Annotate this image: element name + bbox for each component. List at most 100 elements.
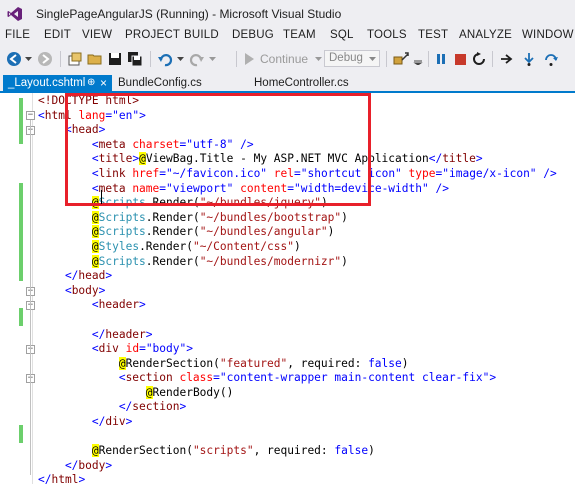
code-token: < bbox=[38, 181, 99, 195]
continue-dropdown[interactable] bbox=[314, 51, 322, 67]
attach-process-button[interactable] bbox=[392, 51, 410, 67]
code-token: </ bbox=[428, 152, 443, 166]
code-line[interactable]: </html> bbox=[38, 473, 557, 488]
code-line[interactable]: <section class="content-wrapper main-con… bbox=[38, 371, 557, 386]
chevron-down-icon bbox=[24, 57, 32, 61]
save-all-icon bbox=[128, 52, 143, 67]
menu-team[interactable]: TEAM bbox=[283, 29, 316, 41]
code-line[interactable]: @RenderSection("scripts", required: fals… bbox=[38, 444, 557, 459]
forward-button[interactable] bbox=[36, 51, 54, 67]
code-token: meta bbox=[98, 181, 126, 195]
code-token: ) bbox=[294, 239, 301, 253]
save-all-button[interactable] bbox=[126, 51, 144, 67]
code-line[interactable]: </header> bbox=[38, 328, 557, 343]
restart-button[interactable] bbox=[470, 51, 488, 67]
code-token: html bbox=[44, 108, 72, 122]
code-line[interactable] bbox=[38, 313, 557, 328]
stop-debugging-button[interactable] bbox=[452, 51, 468, 67]
menu-build[interactable]: BUILD bbox=[184, 29, 219, 41]
step-over-button[interactable] bbox=[542, 51, 560, 67]
changed-lines-marker bbox=[19, 98, 23, 144]
code-text[interactable]: <!DOCTYPE html> <html lang="en"> <head> <… bbox=[38, 94, 557, 488]
code-token: ) bbox=[368, 444, 375, 458]
code-line[interactable]: <link href="~/favicon.ico" rel="shortcut… bbox=[38, 167, 557, 182]
break-all-button[interactable] bbox=[433, 51, 449, 67]
back-dropdown[interactable] bbox=[23, 51, 33, 67]
code-line[interactable]: <meta name="viewport" content="width=dev… bbox=[38, 182, 557, 197]
new-project-button[interactable] bbox=[66, 51, 84, 67]
code-line[interactable]: @Scripts.Render("~/bundles/bootstrap") bbox=[38, 210, 557, 226]
code-line[interactable]: <body> bbox=[38, 284, 557, 299]
menu-sql[interactable]: SQL bbox=[330, 29, 354, 41]
redo-dropdown[interactable] bbox=[207, 51, 217, 67]
new-project-icon bbox=[68, 52, 82, 66]
code-line[interactable]: <meta charset="utf-8" /> bbox=[38, 138, 557, 153]
code-line[interactable]: <html lang="en"> bbox=[38, 109, 557, 124]
menu-analyze[interactable]: ANALYZE bbox=[459, 29, 512, 41]
code-line[interactable]: @Scripts.Render("~/bundles/jquery") bbox=[38, 196, 557, 211]
undo-button[interactable] bbox=[156, 51, 174, 67]
code-token: /> bbox=[233, 137, 254, 151]
code-token: > bbox=[98, 123, 106, 137]
pin-tab-icon[interactable]: ⊕ bbox=[87, 77, 95, 88]
code-line[interactable]: </div> bbox=[38, 415, 557, 430]
code-token: @ bbox=[91, 225, 99, 239]
menu-window[interactable]: WINDOW bbox=[522, 29, 574, 41]
code-line[interactable]: @Styles.Render("~/Content/css") bbox=[38, 239, 557, 255]
menu-view[interactable]: VIEW bbox=[82, 29, 112, 41]
code-line[interactable]: </head> bbox=[38, 269, 557, 284]
code-token: section bbox=[125, 371, 173, 385]
menu-edit[interactable]: EDIT bbox=[44, 29, 71, 41]
code-token: > bbox=[78, 473, 86, 487]
code-token: meta bbox=[98, 137, 126, 151]
toolbar-overflow-button[interactable] bbox=[412, 51, 424, 67]
code-editor[interactable]: − − − − − − <!DOCTYPE html><html lang="e… bbox=[0, 93, 575, 486]
code-line[interactable] bbox=[38, 430, 557, 445]
code-token: "image/x-icon" bbox=[442, 166, 537, 180]
save-button[interactable] bbox=[106, 51, 124, 67]
menu-debug[interactable]: DEBUG bbox=[232, 29, 274, 41]
continue-button[interactable]: Continue bbox=[244, 51, 314, 67]
code-line[interactable]: <!DOCTYPE html> bbox=[38, 94, 557, 109]
code-line[interactable]: @RenderBody() bbox=[38, 385, 557, 401]
close-tab-icon[interactable]: × bbox=[100, 76, 107, 90]
menu-file[interactable]: FILE bbox=[5, 29, 30, 41]
continue-label: Continue bbox=[260, 52, 309, 66]
restart-icon bbox=[473, 52, 485, 65]
code-token: @ bbox=[139, 152, 146, 166]
toolbar-separator bbox=[60, 51, 61, 67]
code-line[interactable]: <header> bbox=[38, 298, 557, 313]
step-into-button[interactable] bbox=[520, 51, 538, 67]
menu-test[interactable]: TEST bbox=[418, 29, 448, 41]
code-line[interactable]: </section> bbox=[38, 400, 557, 415]
code-line[interactable]: <head> bbox=[38, 123, 557, 138]
code-line[interactable]: <div id="body"> bbox=[38, 342, 557, 357]
solution-configuration-select[interactable]: Debug bbox=[324, 50, 380, 67]
code-token: header bbox=[105, 327, 146, 341]
code-line[interactable]: @Scripts.Render("~/bundles/modernizr") bbox=[38, 254, 557, 270]
redo-button[interactable] bbox=[188, 51, 206, 67]
code-line[interactable]: <title>@ViewBag.Title - My ASP.NET MVC A… bbox=[38, 152, 557, 167]
toolbar-separator bbox=[492, 51, 493, 67]
tab-label: HomeController.cs bbox=[254, 77, 349, 89]
code-line[interactable]: @RenderSection("featured", required: fal… bbox=[38, 356, 557, 372]
code-line[interactable]: </body> bbox=[38, 459, 557, 474]
code-token: , required: bbox=[287, 356, 369, 370]
menu-tools[interactable]: TOOLS bbox=[367, 29, 407, 41]
code-token: ) bbox=[320, 196, 328, 210]
code-line[interactable]: @Scripts.Render("~/bundles/angular") bbox=[38, 225, 557, 240]
code-token: = bbox=[294, 166, 301, 180]
back-button[interactable] bbox=[5, 51, 23, 67]
open-file-button[interactable] bbox=[86, 51, 104, 67]
show-next-statement-button[interactable] bbox=[498, 51, 516, 67]
overflow-icon bbox=[413, 60, 423, 65]
code-token: @ bbox=[118, 356, 126, 370]
code-token: > bbox=[105, 269, 113, 283]
code-token: ViewBag.Title - My ASP.NET MVC Applicati… bbox=[145, 152, 429, 166]
undo-dropdown[interactable] bbox=[175, 51, 185, 67]
menu-project[interactable]: PROJECT bbox=[125, 29, 180, 41]
collapse-html-icon[interactable]: − bbox=[26, 111, 35, 120]
